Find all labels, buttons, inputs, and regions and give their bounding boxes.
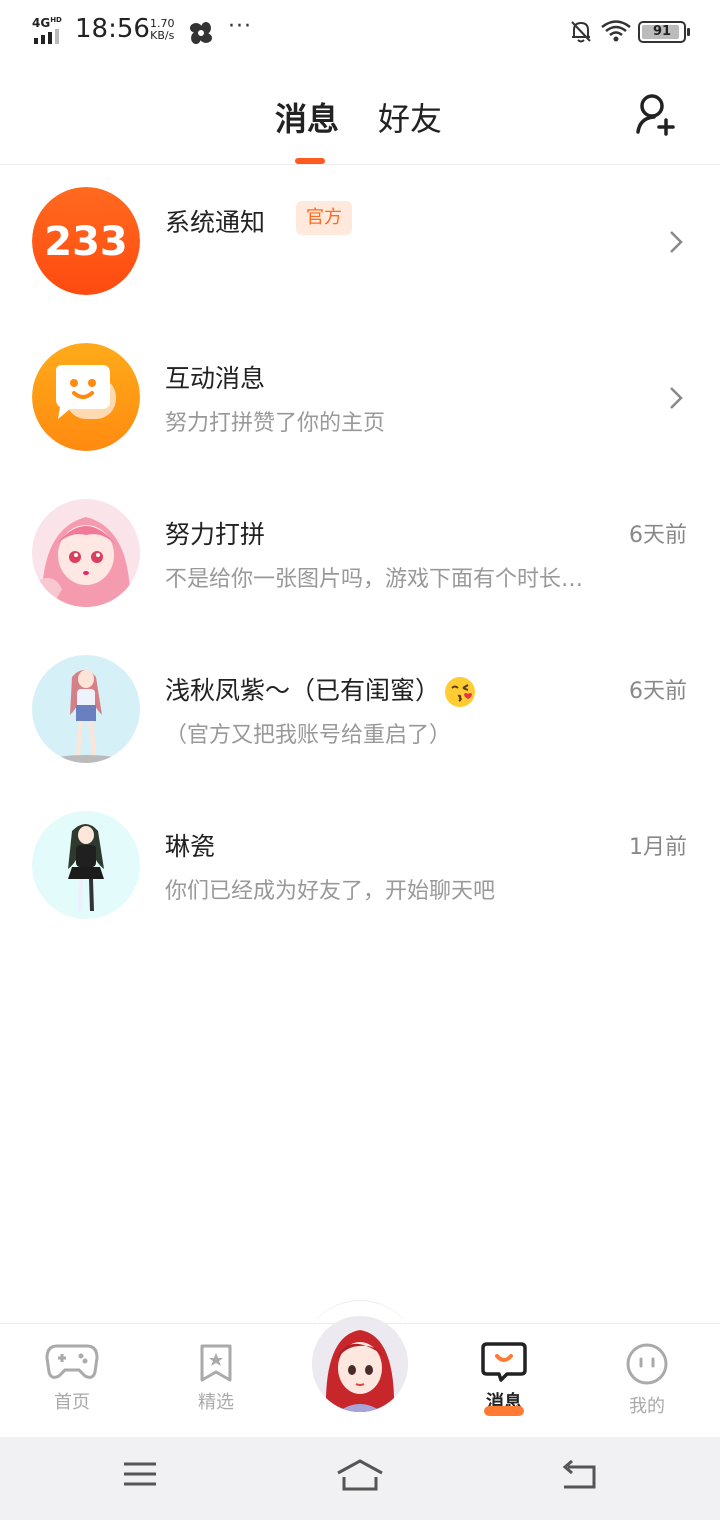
kissing-face-emoji-icon [445,677,476,707]
nav-center-avatar[interactable] [312,1316,408,1412]
chevron-right-icon [670,231,683,253]
speed-unit: KB/s [150,29,175,42]
active-tab-indicator [295,158,325,164]
network-type: 4G [32,16,51,30]
conversation-interactions[interactable]: 互动消息 努力打拼赞了你的主页 [0,321,720,477]
nav-home[interactable]: 首页 [22,1342,122,1414]
conversation-user-1[interactable]: 努力打拼 6天前 不是给你一张图片吗，游戏下面有个时长… [0,477,720,633]
face-icon [626,1343,668,1385]
network-speed: 1.70 KB/s [150,18,175,42]
star-bookmark-icon [200,1344,232,1382]
conversation-time: 6天前 [629,523,687,548]
official-badge: 官方 [296,201,352,235]
system-nav-bar [0,1437,720,1520]
clock: 18:56 [75,14,150,44]
nav-active-indicator [484,1406,524,1416]
back-icon[interactable] [560,1459,598,1491]
conversation-title: 浅秋凤紫～（已有闺蜜） [165,671,476,708]
message-bubble-icon [481,1342,527,1382]
status-bar: 4GHD 18:56 1.70 KB/s ··· 91 [0,0,720,66]
conversation-title-text: 浅秋凤紫～（已有闺蜜） [165,676,441,705]
conversation-time: 1月前 [629,835,687,860]
conversation-preview: 努力打拼赞了你的主页 [165,411,386,436]
gamepad-icon [45,1344,99,1379]
bell-muted-icon [571,21,591,43]
tab-friends[interactable]: 好友 [378,94,442,140]
more-status-icon: ··· [228,14,252,39]
avatar-pink-anime-girl [32,499,140,607]
conversation-user-2[interactable]: 浅秋凤紫～（已有闺蜜） 6天前 （官方又把我账号给重启了） [0,633,720,789]
conversation-preview: 你们已经成为好友了，开始聊天吧 [165,879,496,904]
chevron-right-icon [670,387,683,409]
menu-icon[interactable] [122,1459,158,1489]
nav-featured[interactable]: 精选 [166,1342,266,1414]
conversation-title: 琳瓷 [165,832,216,861]
logo-233-text: 233 [44,219,128,265]
conversation-user-3[interactable]: 琳瓷 1月前 你们已经成为好友了，开始聊天吧 [0,789,720,945]
conversation-title: 系统通知 [165,208,266,237]
conversation-title: 努力打拼 [165,520,266,549]
conversation-preview: （官方又把我账号给重启了） [165,723,452,748]
nav-mine[interactable]: 我的 [597,1342,697,1418]
wifi-icon [601,20,631,42]
header: 消息 好友 [0,66,720,165]
nav-messages[interactable]: 消息 [454,1342,554,1414]
conversation-system-notice[interactable]: 233 系统通知 官方 [0,165,720,321]
tab-messages[interactable]: 消息 [275,94,339,140]
nav-home-label: 首页 [54,1392,90,1413]
conversation-time: 6天前 [629,679,687,704]
avatar-dark-hair-character [32,811,140,919]
network-hd: HD [50,16,62,24]
nav-mine-label: 我的 [629,1396,665,1417]
conversation-title: 互动消息 [165,364,266,393]
battery-level: 91 [652,24,672,39]
nav-featured-label: 精选 [198,1392,234,1413]
home-icon[interactable] [336,1459,384,1493]
avatar-pink-hair-character [32,655,140,763]
battery-icon: 91 [638,21,690,43]
add-friend-icon[interactable] [632,90,680,138]
signal-icon: 4GHD [32,16,66,44]
fan-icon [190,22,212,44]
conversation-preview: 不是给你一张图片吗，游戏下面有个时长… [165,567,584,592]
conversation-list: 233 系统通知 官方 互动消息 努力打拼赞了你的主页 努力打拼 6天前 不是给… [0,165,720,945]
avatar-233-logo: 233 [32,187,140,295]
avatar-chat-face-logo [32,343,140,451]
